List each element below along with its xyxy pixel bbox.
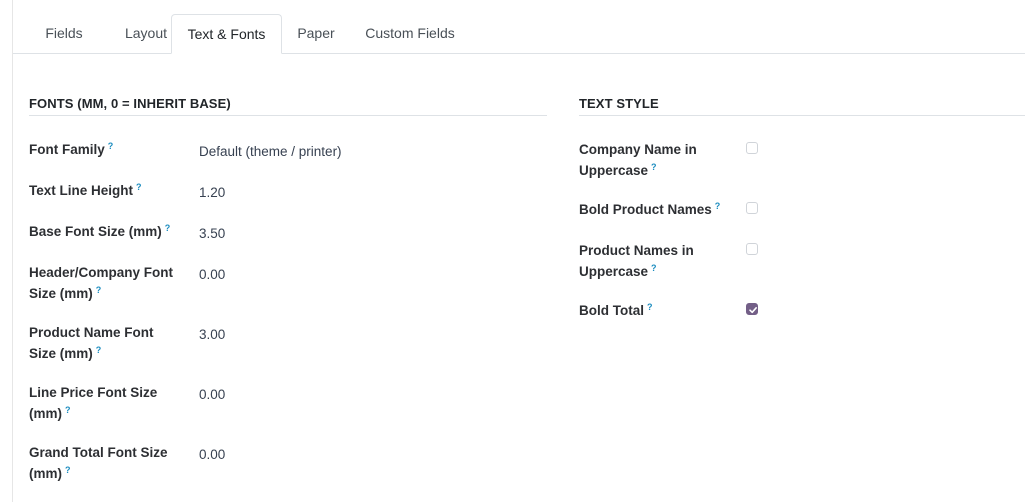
bold-product-names-checkbox[interactable] bbox=[746, 202, 758, 214]
product-name-font-size-label: Product Name Font Size (mm)? bbox=[29, 325, 154, 361]
grand-total-font-size-label: Grand Total Font Size (mm)? bbox=[29, 445, 168, 481]
help-icon[interactable]: ? bbox=[651, 162, 657, 172]
help-icon[interactable]: ? bbox=[96, 345, 102, 355]
text-style-section-title: TEXT STYLE bbox=[579, 97, 1025, 116]
text-line-height-input[interactable]: 1.20 bbox=[199, 182, 225, 203]
help-icon[interactable]: ? bbox=[651, 263, 657, 273]
grand-total-font-size-input[interactable]: 0.00 bbox=[199, 444, 225, 465]
fonts-section-title: FONTS (MM, 0 = INHERIT BASE) bbox=[29, 97, 547, 116]
help-icon[interactable]: ? bbox=[108, 141, 114, 151]
tab-paper[interactable]: Paper bbox=[287, 15, 345, 52]
tab-fields[interactable]: Fields bbox=[32, 15, 96, 52]
help-icon[interactable]: ? bbox=[65, 465, 71, 475]
company-name-uppercase-checkbox[interactable] bbox=[746, 142, 758, 154]
help-icon[interactable]: ? bbox=[136, 182, 142, 192]
product-name-font-size-input[interactable]: 3.00 bbox=[199, 324, 225, 345]
bold-total-label: Bold Total? bbox=[579, 302, 653, 318]
header-company-font-size-input[interactable]: 0.00 bbox=[199, 264, 225, 285]
base-font-size-label: Base Font Size (mm)? bbox=[29, 223, 171, 239]
bold-total-checkbox[interactable] bbox=[746, 303, 758, 315]
base-font-size-input[interactable]: 3.50 bbox=[199, 223, 225, 244]
line-price-font-size-input[interactable]: 0.00 bbox=[199, 384, 225, 405]
tab-text-fonts[interactable]: Text & Fonts bbox=[171, 14, 282, 54]
help-icon[interactable]: ? bbox=[715, 201, 721, 211]
text-line-height-label: Text Line Height? bbox=[29, 182, 142, 198]
font-family-label: Font Family? bbox=[29, 141, 114, 157]
help-icon[interactable]: ? bbox=[165, 223, 171, 233]
tab-bar: Fields Layout Text & Fonts Paper Custom … bbox=[13, 0, 1025, 54]
help-icon[interactable]: ? bbox=[96, 285, 102, 295]
header-company-font-size-label: Header/Company Font Size (mm)? bbox=[29, 265, 174, 301]
font-family-select[interactable]: Default (theme / printer) bbox=[199, 141, 342, 162]
left-border bbox=[12, 0, 13, 502]
help-icon[interactable]: ? bbox=[65, 405, 71, 415]
tab-custom-fields[interactable]: Custom Fields bbox=[356, 15, 464, 52]
product-names-uppercase-label: Product Names in Uppercase? bbox=[579, 243, 694, 279]
product-names-uppercase-checkbox[interactable] bbox=[746, 243, 758, 255]
help-icon[interactable]: ? bbox=[647, 302, 653, 312]
bold-product-names-label: Bold Product Names? bbox=[579, 201, 721, 217]
company-name-uppercase-label: Company Name in Uppercase? bbox=[579, 142, 697, 178]
line-price-font-size-label: Line Price Font Size (mm)? bbox=[29, 385, 158, 421]
checkmark-icon bbox=[749, 307, 757, 314]
